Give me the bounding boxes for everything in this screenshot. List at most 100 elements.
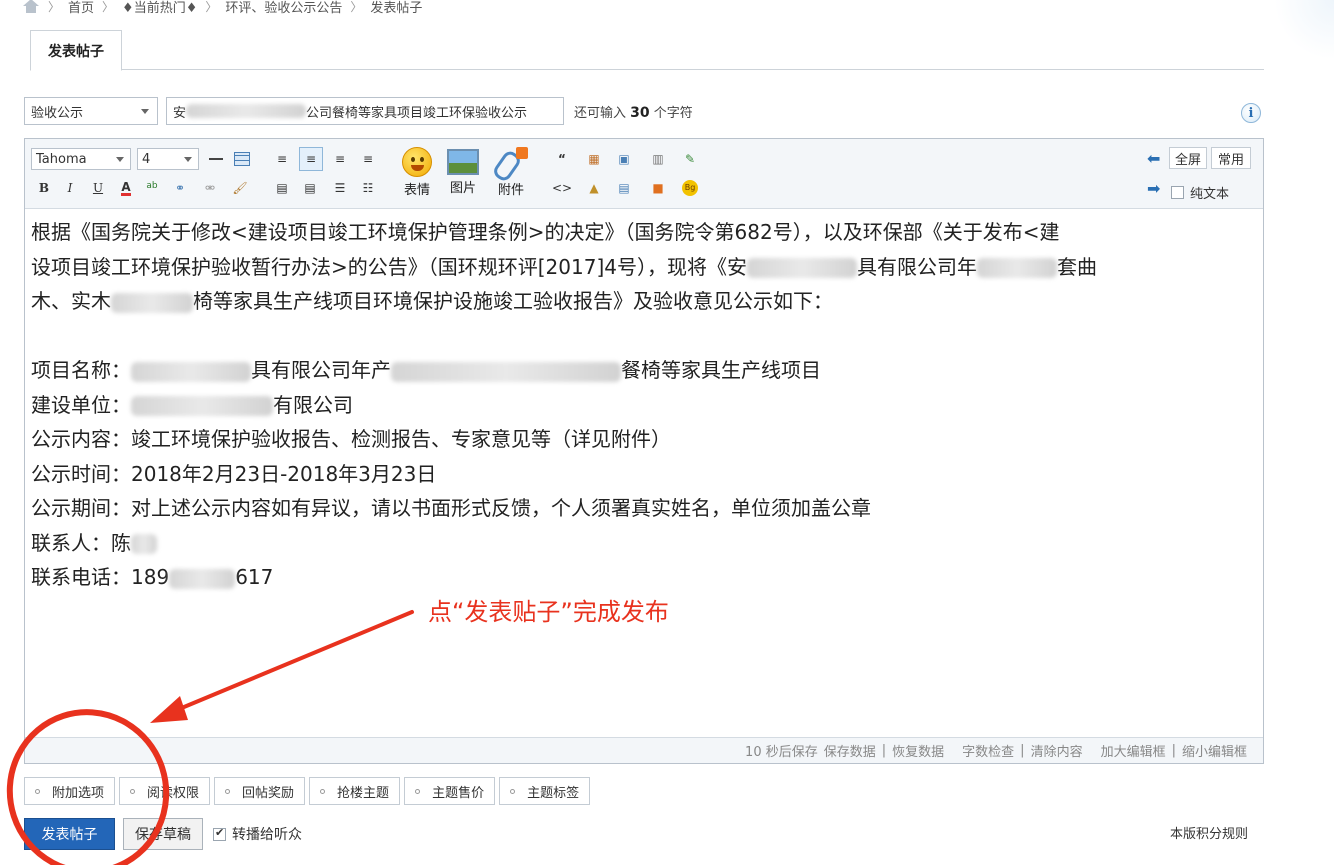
content-text: 具有限公司年产 [251,358,391,382]
breadcrumb-home[interactable]: 首页 [68,0,94,16]
align-center-icon[interactable]: ≡ [331,150,349,168]
ordered-list-icon[interactable]: ☰ [331,179,349,197]
home-icon[interactable] [22,0,40,13]
forward-toggle[interactable]: 转播给听众 [213,824,302,844]
save-draft-button[interactable]: 保存草稿 [123,818,203,850]
option-extra[interactable]: 附加选项 [24,777,116,805]
credit-rules-link[interactable]: 本版积分规则 [1170,823,1248,842]
breadcrumb-hot[interactable]: ♦当前热门♦ [122,0,197,16]
post-options: 附加选项 阅读权限 回帖奖励 抢楼主题 主题售价 主题标签 [24,777,591,805]
align-right-icon[interactable]: ≡ [359,150,377,168]
align-justify-icon[interactable]: ≡ [299,147,323,171]
media-icon[interactable]: ■ [649,179,667,197]
bullet-icon [320,788,326,794]
remaining-chars: 还可输入 30 个字符 [574,102,693,121]
shrink-editor-link[interactable]: 缩小编辑框 [1182,741,1247,760]
redacted-blur [747,258,857,278]
font-color-icon[interactable]: A [117,179,135,197]
option-label: 回帖奖励 [242,785,295,801]
content-text: 设项目竣工环境保护验收暂行办法>的公告》（国环规环评[2017]4号），现将《安 [31,254,747,279]
breadcrumb-forum[interactable]: 环评、验收公示公告 [225,0,342,16]
float-left-icon[interactable]: ▤ [273,179,291,197]
option-read-permission[interactable]: 阅读权限 [119,777,211,805]
field-label: 联系人： [31,530,111,555]
clear-format-icon[interactable]: 🖌 [231,179,249,197]
background-glow [1274,0,1334,60]
content-line: 联系人：陈 [31,526,1251,561]
forward-checkbox[interactable] [213,826,226,841]
content-line: 根据《国务院关于修改<建设项目竣工环境保护管理条例>的决定》（国务院令第682号… [31,215,1251,250]
info-icon[interactable]: i [1241,103,1261,123]
editor-status-bar: 10 秒后保存 保存数据 | 恢复数据 字数检查 | 清除内容 加大编辑框 | … [25,737,1263,763]
option-floor-grab[interactable]: 抢楼主题 [309,777,401,805]
category-select[interactable]: 验收公示 [24,97,158,125]
option-price[interactable]: 主题售价 [404,777,496,805]
quote-icon[interactable]: “ [553,150,571,168]
bullet-icon [225,788,231,794]
editor-content[interactable]: 根据《国务院关于修改<建设项目竣工环境保护管理条例>的决定》（国务院令第682号… [31,215,1251,595]
editor-mode-tools: ⬅ 全屏 常用 ➡ 纯文本 [1147,147,1257,207]
restore-data-link[interactable]: 恢复数据 [892,741,944,760]
option-reply-reward[interactable]: 回帖奖励 [214,777,306,805]
font-family-select[interactable]: Tahoma [31,148,131,170]
content-text: 617 [235,565,274,589]
clear-content-link[interactable]: 清除内容 [1031,741,1083,760]
list-format-icon[interactable]: ▤ [615,179,633,197]
common-button[interactable]: 常用 [1211,147,1251,169]
background-music-icon[interactable]: Bg [681,179,699,197]
table-icon[interactable] [233,150,251,168]
plain-text-toggle[interactable]: 纯文本 [1171,183,1229,202]
content-line: 设项目竣工环境保护验收暂行办法>的公告》（国环规环评[2017]4号），现将《安… [31,250,1251,285]
font-family-value: Tahoma [36,151,87,167]
hide-content-icon[interactable]: ▲ [585,179,603,197]
unlink-icon[interactable]: ⚮ [201,179,219,197]
emoji-label: 表情 [403,183,430,198]
float-right-icon[interactable]: ▤ [301,179,319,197]
content-text: 陈 [111,530,131,555]
code-block-icon[interactable]: ▣ [615,150,633,168]
redacted-blur [131,396,273,416]
redacted-blur [977,258,1057,278]
publish-button[interactable]: 发表帖子 [24,818,115,850]
enlarge-editor-link[interactable]: 加大编辑框 [1101,741,1166,760]
autosave-status: 10 秒后保存 [745,745,818,760]
content-text: 根据《国务院关于修改<建设项目竣工环境保护管理条例>的决定》（国务院令第682号… [31,220,1060,244]
horizontal-rule-icon[interactable] [207,150,225,168]
bullet-icon [130,788,136,794]
breadcrumb: 〉 首页 〉 ♦当前热门♦ 〉 环评、验收公示公告 〉 发表帖子 [22,0,422,16]
underline-icon[interactable]: U [89,179,107,197]
bullet-icon [415,788,421,794]
content-line: 联系电话：189 617 [31,560,1251,595]
breadcrumb-separator: 〉 [350,0,363,14]
fullscreen-button[interactable]: 全屏 [1169,147,1207,169]
redo-icon[interactable]: ➡ [1147,181,1165,197]
redacted-blur [131,534,157,554]
undo-icon[interactable]: ⬅ [1147,151,1165,167]
edit-icon[interactable]: ✎ [681,150,699,168]
option-label: 抢楼主题 [337,785,390,801]
option-tags[interactable]: 主题标签 [499,777,591,805]
remaining-label: 还可输入 [574,105,627,121]
italic-icon[interactable]: I [61,179,79,197]
save-data-link[interactable]: 保存数据 [824,741,876,760]
word-check-link[interactable]: 字数检查 [962,741,1014,760]
align-left-icon[interactable]: ≡ [273,150,291,168]
link-icon[interactable]: ⚭ [171,179,189,197]
field-label: 建设单位： [31,392,131,417]
font-size-select[interactable]: 4 [137,148,199,170]
option-label: 附加选项 [52,785,105,801]
unordered-list-icon[interactable]: ☷ [359,179,377,197]
free-content-icon[interactable]: ▦ [585,150,603,168]
code-icon[interactable]: <> [552,179,572,197]
emoji-button[interactable]: 表情 [395,147,439,203]
image-button[interactable]: 图片 [441,147,485,203]
attachment-button[interactable]: 附件 [489,147,533,203]
tab-new-post[interactable]: 发表帖子 [30,30,122,71]
highlight-icon[interactable]: ab [143,177,161,195]
title-input[interactable]: 安 公司餐椅等家具项目竣工环保验收公示 [166,97,564,125]
category-value: 验收公示 [31,105,84,121]
page-break-icon[interactable]: ▥ [649,150,667,168]
content-text: 餐椅等家具生产线项目 [621,358,821,382]
plain-text-checkbox[interactable] [1171,186,1184,199]
bold-icon[interactable]: B [35,179,53,197]
